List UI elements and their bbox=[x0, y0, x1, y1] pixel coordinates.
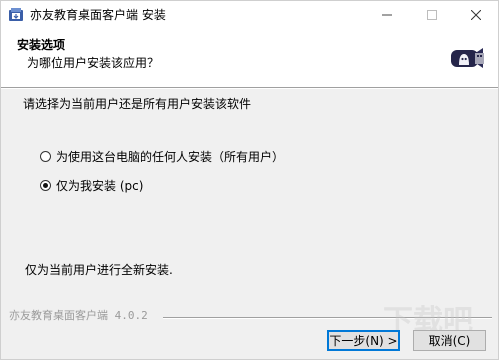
close-button[interactable] bbox=[453, 1, 498, 29]
install-info-text: 仅为当前用户进行全新安装. bbox=[25, 263, 173, 277]
page-title: 安装选项 bbox=[17, 38, 66, 52]
minimize-icon bbox=[381, 14, 392, 16]
header-separator bbox=[1, 87, 498, 89]
maximize-button[interactable] bbox=[409, 1, 454, 29]
radio-all-users-circle[interactable] bbox=[40, 150, 51, 162]
radio-all-users[interactable]: 为使用这台电脑的任何人安装（所有用户） bbox=[40, 148, 284, 164]
next-button[interactable]: 下一步(N) > bbox=[327, 330, 400, 351]
installer-window: 亦友教育桌面客户端 安装 安装选项 为哪位用户安装该应用？ 请选择为当前用户还是… bbox=[0, 0, 499, 360]
usb-drive-icon bbox=[451, 48, 484, 68]
close-icon bbox=[470, 10, 481, 20]
installer-app-icon bbox=[9, 8, 23, 21]
title-bar[interactable]: 亦友教育桌面客户端 安装 bbox=[1, 1, 498, 29]
maximize-icon bbox=[426, 10, 437, 20]
radio-all-users-label[interactable]: 为使用这台电脑的任何人安装（所有用户） bbox=[56, 148, 284, 165]
footer-separator bbox=[163, 317, 492, 319]
cancel-button[interactable]: 取消(C) bbox=[413, 330, 486, 351]
radio-current-user-circle[interactable] bbox=[40, 179, 51, 191]
install-prompt: 请选择为当前用户还是所有用户安装该软件 bbox=[23, 97, 252, 111]
minimize-button[interactable] bbox=[364, 1, 409, 29]
header-band: 安装选项 为哪位用户安装该应用？ bbox=[1, 29, 498, 87]
brand-version-text: 亦友教育桌面客户端 4.0.2 bbox=[9, 309, 148, 322]
window-title: 亦友教育桌面客户端 安装 bbox=[30, 8, 166, 22]
page-subtitle: 为哪位用户安装该应用？ bbox=[27, 56, 160, 70]
radio-current-user-label[interactable]: 仅为我安装 (pc) bbox=[56, 177, 143, 194]
radio-current-user[interactable]: 仅为我安装 (pc) bbox=[40, 177, 143, 193]
